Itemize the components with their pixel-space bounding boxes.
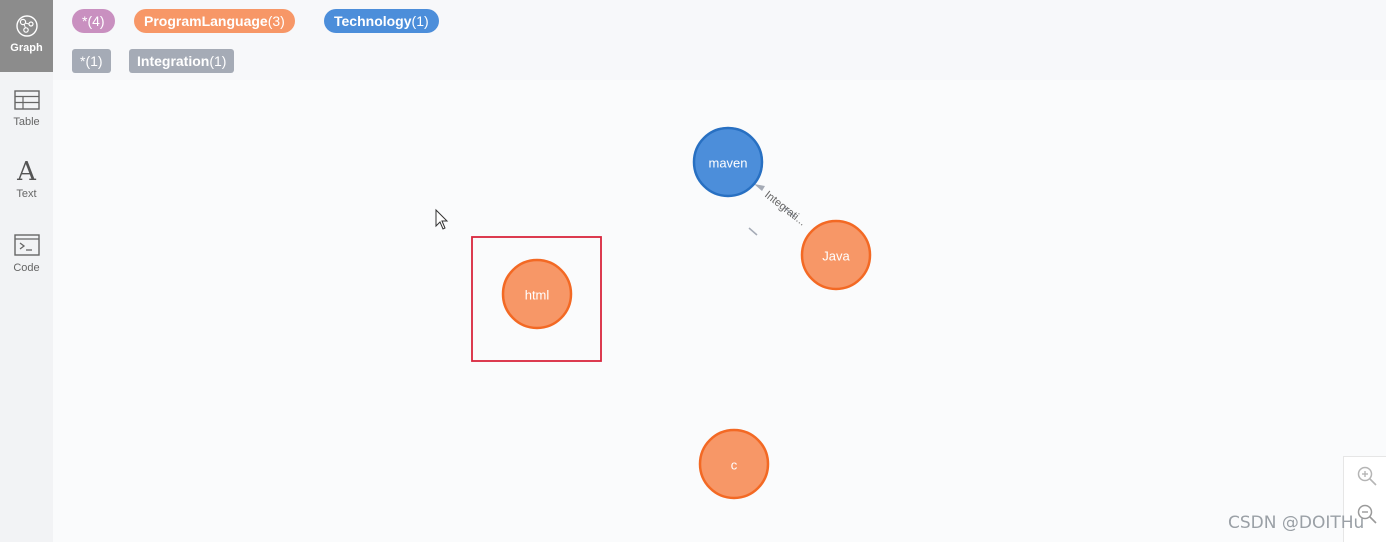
pill-count: (1) <box>411 13 429 29</box>
node-label-pill-all[interactable]: *(4) <box>72 9 115 33</box>
node-caption: maven <box>708 156 747 171</box>
relationship-label[interactable]: Integrati... <box>762 189 808 229</box>
node-label-pill-technology[interactable]: Technology(1) <box>324 9 439 33</box>
graph-icon <box>15 0 39 42</box>
sidebar-item-table[interactable]: Table <box>0 82 53 152</box>
view-sidebar: Graph Table A Text Code <box>0 0 53 542</box>
rel-type-pill-integration[interactable]: Integration(1) <box>129 49 235 73</box>
pill-name: Technology <box>334 13 412 29</box>
legend-bar: *(4) ProgramLanguage(3) Technology(1) *(… <box>53 0 1386 80</box>
graph-svg[interactable]: Integrati... maven Java html c <box>53 80 1386 542</box>
rel-type-pill-all[interactable]: *(1) <box>72 49 111 73</box>
sidebar-item-label: Graph <box>10 42 43 54</box>
sidebar-item-code[interactable]: Code <box>0 228 53 298</box>
neo4j-browser-result: Graph Table A Text Code *(4) ProgramLang… <box>0 0 1386 542</box>
code-icon <box>13 228 40 262</box>
node-caption: html <box>525 288 550 303</box>
sidebar-item-label: Code <box>13 262 40 274</box>
zoom-in-icon[interactable] <box>1356 465 1378 487</box>
mouse-cursor-icon <box>435 208 449 230</box>
pill-name: Integration <box>137 53 210 69</box>
sidebar-item-label: Table <box>13 116 40 128</box>
table-icon <box>13 82 40 116</box>
node-caption: c <box>731 458 738 473</box>
relationship-arrowhead <box>754 184 765 191</box>
sidebar-item-text[interactable]: A Text <box>0 154 53 224</box>
pill-count: (1) <box>85 53 103 69</box>
graph-canvas[interactable]: Integrati... maven Java html c <box>53 80 1386 542</box>
watermark: CSDN @DOITHu <box>1228 513 1365 533</box>
text-icon: A <box>17 157 36 187</box>
pill-count: (3) <box>267 13 285 29</box>
node-label-pill-programlanguage[interactable]: ProgramLanguage(3) <box>134 9 295 33</box>
graph-node-java[interactable]: Java <box>800 219 872 291</box>
pill-count: (1) <box>209 53 227 69</box>
sidebar-item-label: Text <box>16 188 37 200</box>
graph-node-html[interactable]: html <box>501 258 573 330</box>
pill-name: ProgramLanguage <box>144 13 268 29</box>
graph-node-maven[interactable]: maven <box>692 126 764 198</box>
relationship-line[interactable] <box>748 227 758 236</box>
node-caption: Java <box>822 249 850 264</box>
graph-node-c[interactable]: c <box>698 428 770 500</box>
sidebar-item-graph[interactable]: Graph <box>0 0 53 72</box>
pill-count: (4) <box>87 13 105 29</box>
